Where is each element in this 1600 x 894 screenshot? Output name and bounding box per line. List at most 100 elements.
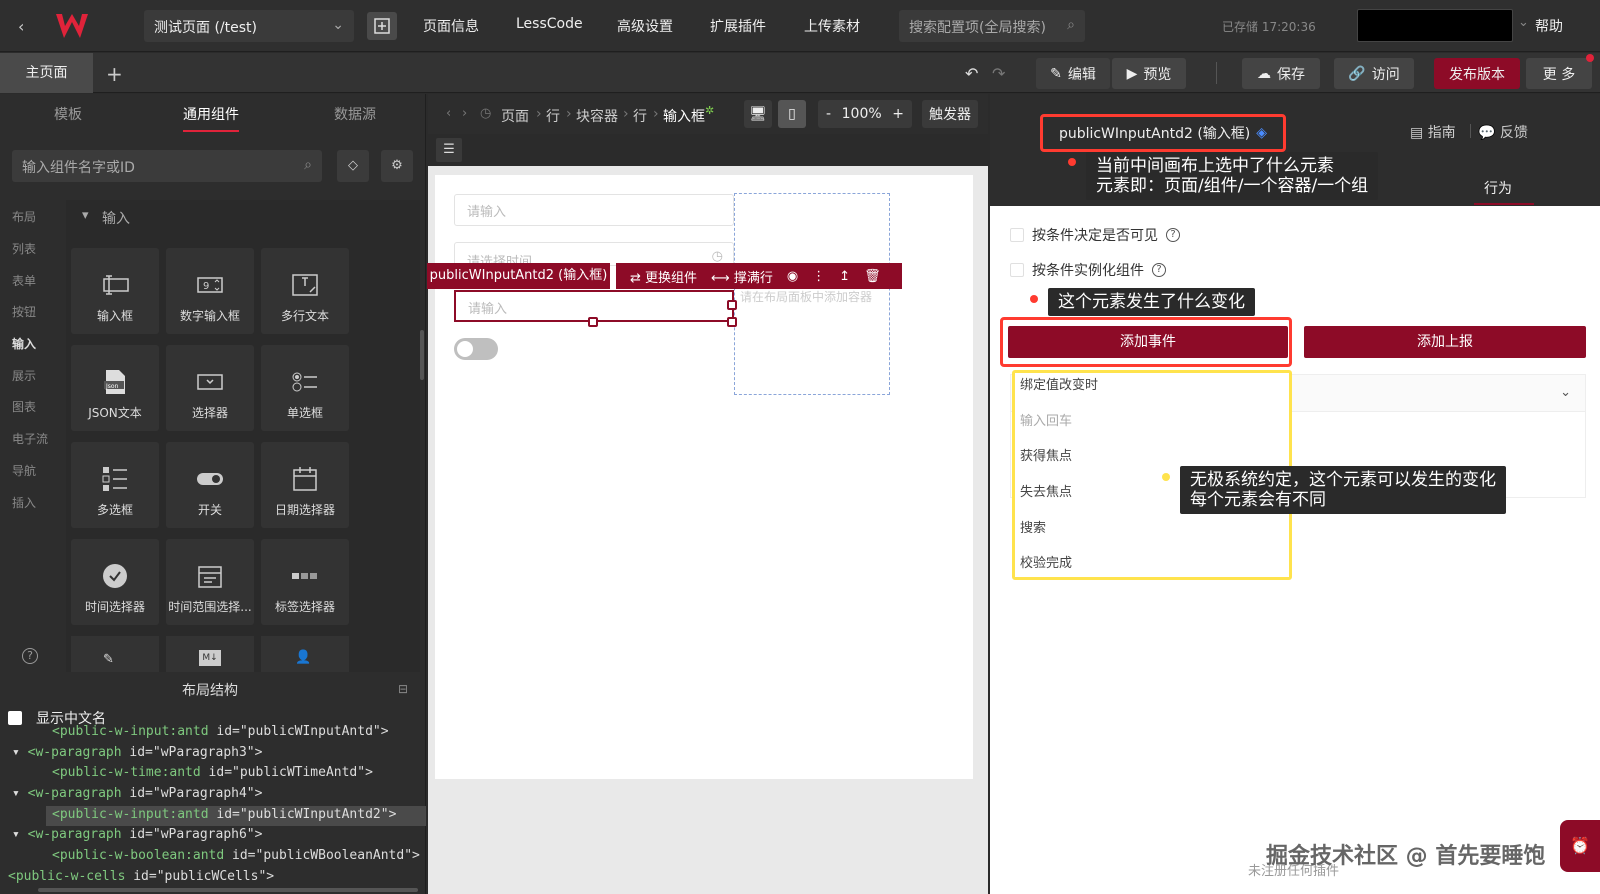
caret-down-icon[interactable]: ▾ <box>12 745 28 760</box>
component-number-input[interactable]: 9 数字输入框 <box>166 248 254 334</box>
component-tag-select[interactable]: 标签选择器 <box>261 539 349 625</box>
component-pen[interactable]: ✎ <box>71 636 159 672</box>
category-insert[interactable]: 插入 <box>12 494 36 511</box>
category-list[interactable]: 列表 <box>12 240 36 257</box>
breadcrumb-input[interactable]: 输入框 <box>663 106 705 126</box>
more-vertical-icon[interactable]: ⋮ <box>812 269 825 284</box>
zoom-in-button[interactable]: + <box>892 106 904 122</box>
replace-component-button[interactable]: ⇄ 更换组件 <box>630 267 697 286</box>
component-search-input[interactable]: 输入组件名字或ID ⌕ <box>12 150 322 182</box>
scrollbar[interactable] <box>420 330 424 380</box>
publish-button[interactable]: 发布版本 <box>1434 58 1520 89</box>
breadcrumb-block-container[interactable]: 块容器 <box>576 106 618 126</box>
event-validate[interactable]: 校验完成 <box>1020 552 1072 571</box>
canvas-switch[interactable] <box>454 338 498 360</box>
help-icon[interactable]: ? <box>22 648 38 664</box>
desktop-view-button[interactable]: 🖥 <box>744 100 772 128</box>
menu-extensions[interactable]: 扩展插件 <box>710 16 766 36</box>
trash-icon[interactable]: 🗑 <box>864 269 881 284</box>
undo-icon[interactable]: ↶ <box>965 64 978 83</box>
nav-back-icon[interactable]: ‹ <box>446 106 451 121</box>
page-select[interactable]: 测试页面 (/test) ⌄ <box>144 10 354 42</box>
component-switch[interactable]: 开关 <box>166 442 254 528</box>
chevron-down-icon[interactable]: ⌄ <box>1518 15 1529 30</box>
redo-icon[interactable]: ↷ <box>992 64 1005 83</box>
nav-forward-icon[interactable]: › <box>462 106 467 121</box>
global-search-input[interactable]: 搜索配置项(全局搜索) ⌕ <box>899 10 1085 42</box>
back-icon[interactable]: ‹ <box>18 17 24 36</box>
tab-common-components[interactable]: 通用组件 <box>183 104 239 124</box>
tree-node[interactable]: <public-w-cells id="publicWCells"> <box>8 869 274 884</box>
category-button[interactable]: 按钮 <box>12 303 36 320</box>
checkbox[interactable] <box>1010 263 1024 277</box>
question-icon[interactable]: ? <box>1166 228 1180 242</box>
event-value-change[interactable]: 绑定值改变时 <box>1020 374 1098 393</box>
component-input[interactable]: 输入框 <box>71 248 159 334</box>
category-nav[interactable]: 导航 <box>12 462 36 479</box>
tree-node[interactable]: <public-w-boolean:antd id="publicWBoolea… <box>52 848 420 863</box>
menu-page-info[interactable]: 页面信息 <box>423 16 479 36</box>
component-user[interactable]: 👤 <box>261 636 349 672</box>
resize-handle[interactable] <box>727 317 737 327</box>
component-markdown[interactable]: M↓ <box>166 636 254 672</box>
settings-button[interactable]: ⚙ <box>381 150 413 182</box>
component-date-picker[interactable]: 日期选择器 <box>261 442 349 528</box>
visit-button[interactable]: 🔗 访问 <box>1334 58 1414 89</box>
add-tab-button[interactable]: + <box>106 62 123 86</box>
more-button[interactable]: 更 多 <box>1526 58 1592 89</box>
caret-down-icon[interactable]: ▾ <box>12 827 28 842</box>
fill-row-button[interactable]: ⟷ 撑满行 <box>711 267 773 286</box>
breadcrumb-page[interactable]: 页面 <box>501 106 529 126</box>
caret-down-icon[interactable]: ▾ <box>12 786 28 801</box>
tree-node-selected[interactable]: <public-w-input:antd id="publicWInputAnt… <box>52 807 396 822</box>
resize-handle[interactable] <box>727 300 737 310</box>
edit-button[interactable]: ✎ 编辑 <box>1036 58 1110 89</box>
user-account[interactable] <box>1357 9 1513 42</box>
zoom-out-button[interactable]: - <box>826 106 831 122</box>
category-chart[interactable]: 图表 <box>12 398 36 415</box>
tree-node[interactable]: ▾ <w-paragraph id="wParagraph4"> <box>12 786 262 801</box>
event-focus[interactable]: 获得焦点 <box>1020 445 1072 464</box>
breadcrumb-row[interactable]: 行 <box>633 106 647 126</box>
canvas-input-1[interactable]: 请输入 <box>454 194 734 226</box>
tab-datasource[interactable]: 数据源 <box>334 104 376 124</box>
mobile-view-button[interactable]: ▯ <box>778 100 806 128</box>
save-button[interactable]: ☁ 保存 <box>1242 58 1320 89</box>
component-textarea[interactable]: 多行文本 <box>261 248 349 334</box>
menu-lesscode[interactable]: LessCode <box>516 16 583 32</box>
category-eflow[interactable]: 电子流 <box>12 430 48 447</box>
component-time-range[interactable]: 时间范围选择... <box>166 539 254 625</box>
category-display[interactable]: 展示 <box>12 367 36 384</box>
category-input[interactable]: 输入 <box>12 335 36 352</box>
horizontal-scrollbar[interactable] <box>38 888 418 892</box>
add-page-button[interactable] <box>367 12 397 40</box>
guide-link[interactable]: ▤ 指南 <box>1410 122 1456 142</box>
tree-node[interactable]: <public-w-input:antd id="publicWInputAnt… <box>52 724 389 739</box>
tree-node[interactable]: <public-w-time:antd id="publicWTimeAntd"… <box>52 765 373 780</box>
option-conditional-visible[interactable]: 按条件决定是否可见? <box>1010 225 1180 245</box>
option-conditional-instance[interactable]: 按条件实例化组件? <box>1010 260 1166 280</box>
locate-button[interactable]: ◇ <box>337 150 369 182</box>
menu-icon[interactable]: ☰ <box>436 138 462 162</box>
tab-templates[interactable]: 模板 <box>54 104 82 124</box>
help-link[interactable]: 帮助 <box>1535 16 1563 36</box>
component-time-picker[interactable]: 时间选择器 <box>71 539 159 625</box>
add-event-button[interactable]: 添加事件 <box>1008 326 1288 358</box>
move-up-icon[interactable]: ↥ <box>839 269 850 284</box>
event-search[interactable]: 搜索 <box>1020 517 1046 536</box>
feedback-link[interactable]: 💬 反馈 <box>1478 122 1528 142</box>
menu-advanced-settings[interactable]: 高级设置 <box>617 16 673 36</box>
preview-button[interactable]: ▶ 预览 <box>1112 58 1186 89</box>
resize-handle[interactable] <box>588 317 598 327</box>
checkbox[interactable] <box>1010 228 1024 242</box>
breadcrumb-row[interactable]: 行 <box>546 106 560 126</box>
menu-upload-assets[interactable]: 上传素材 <box>804 16 860 36</box>
component-json-text[interactable]: Json JSON文本 <box>71 345 159 431</box>
assistant-float-button[interactable]: ⏰ <box>1560 820 1600 872</box>
event-enter[interactable]: 输入回车 <box>1020 410 1072 429</box>
tab-behavior[interactable]: 行为 <box>1484 178 1512 198</box>
collapse-icon[interactable]: ⊟ <box>398 682 408 696</box>
tree-node[interactable]: ▾ <w-paragraph id="wParagraph3"> <box>12 745 262 760</box>
component-checkbox[interactable]: 多选框 <box>71 442 159 528</box>
tab-main-page[interactable]: 主页面 <box>0 53 93 93</box>
